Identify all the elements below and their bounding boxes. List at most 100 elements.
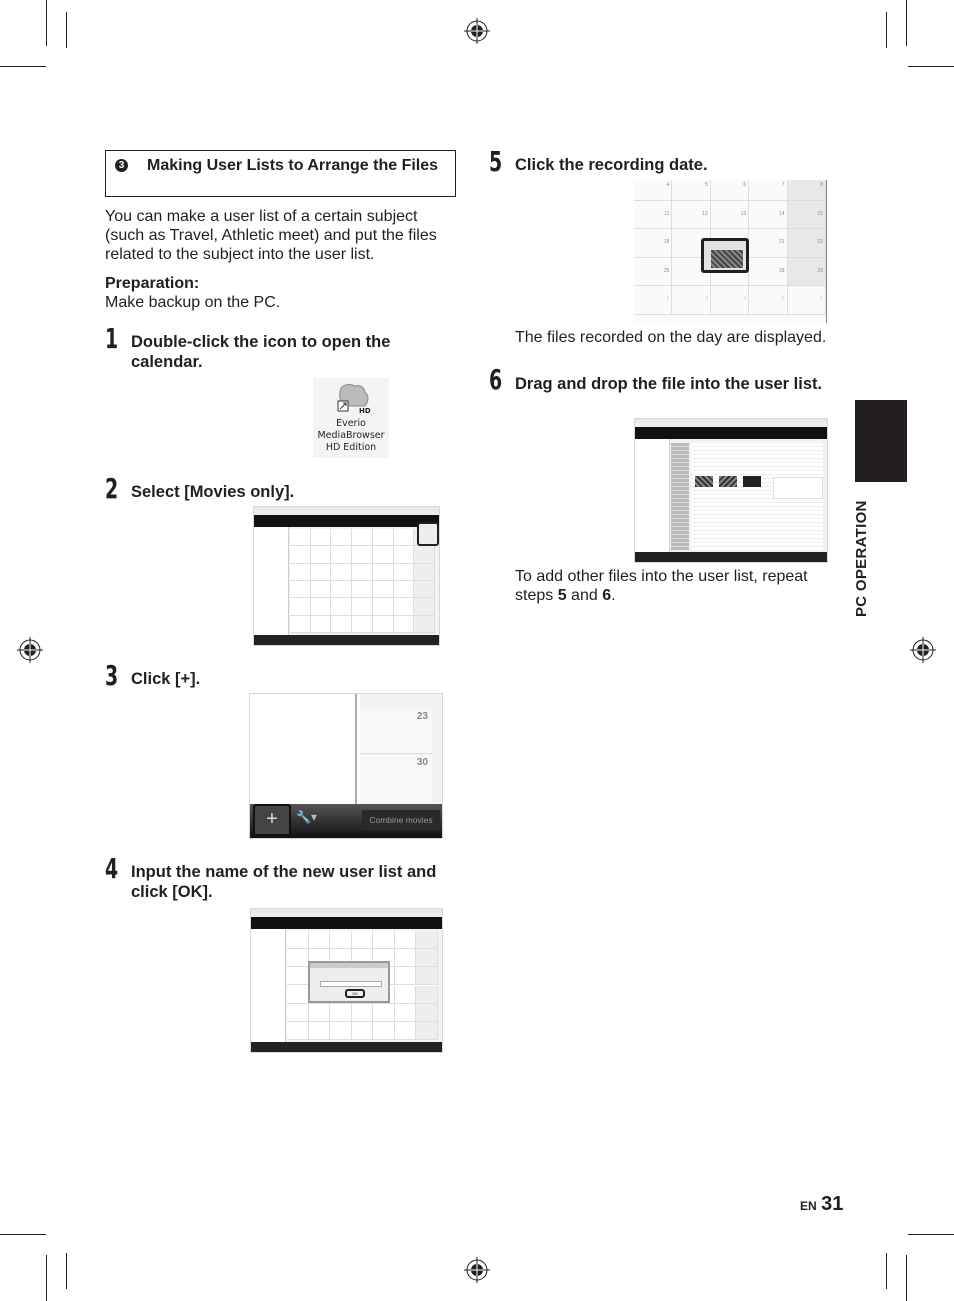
calendar-date-cell[interactable]: 3 <box>672 286 711 315</box>
calendar-cell[interactable] <box>310 598 332 616</box>
calendar-date-cell[interactable]: 6 <box>710 180 750 201</box>
calendar-cell[interactable] <box>287 931 309 950</box>
calendar-cell[interactable] <box>351 1003 374 1022</box>
calendar-cell[interactable] <box>310 546 332 564</box>
calendar-date-cell[interactable]: 14 <box>749 200 788 230</box>
calendar-cell[interactable] <box>351 1021 374 1040</box>
calendar-cell[interactable] <box>393 581 415 599</box>
calendar-cell[interactable] <box>287 967 309 986</box>
calendar-cell[interactable] <box>330 1003 352 1022</box>
calendar-date-cell[interactable]: 11 <box>634 200 673 230</box>
calendar-date-cell[interactable]: 6 <box>787 286 826 315</box>
calendar-cell[interactable] <box>372 598 394 616</box>
calendar-cell[interactable] <box>290 563 311 581</box>
calendar-cell[interactable] <box>394 949 417 968</box>
calendar-date-cell[interactable]: 21 <box>749 229 788 258</box>
calendar-cell[interactable] <box>310 581 332 599</box>
video-thumbnail[interactable] <box>695 476 713 487</box>
calendar-cell[interactable] <box>290 529 311 547</box>
video-thumbnail[interactable] <box>743 476 761 487</box>
calendar-cell[interactable] <box>287 1021 309 1040</box>
calendar-cell[interactable] <box>373 931 395 950</box>
calendar-cell[interactable] <box>414 615 435 633</box>
calendar-cell[interactable] <box>331 598 353 616</box>
calendar-date-cell[interactable]: 18 <box>634 229 673 258</box>
calendar-cell[interactable] <box>394 985 417 1004</box>
recording-date-cell-20[interactable] <box>701 238 749 273</box>
calendar-cell[interactable] <box>287 1003 309 1022</box>
calendar-cell[interactable] <box>330 1021 352 1040</box>
calendar-cell[interactable] <box>310 563 332 581</box>
calendar-cell[interactable] <box>393 546 415 564</box>
calendar-cell[interactable] <box>414 598 435 616</box>
calendar-cell[interactable] <box>351 931 374 950</box>
calendar-date-cell[interactable]: 2 <box>634 286 673 315</box>
calendar-cell[interactable] <box>372 581 394 599</box>
calendar-cell[interactable] <box>308 931 331 950</box>
calendar-cell[interactable] <box>290 546 311 564</box>
calendar-cell[interactable] <box>372 615 394 633</box>
calendar-cell[interactable] <box>331 615 353 633</box>
calendar-date-cell[interactable]: 25 <box>634 257 673 287</box>
calendar-date-cell[interactable]: 29 <box>787 257 826 287</box>
calendar-cell[interactable] <box>373 1003 395 1022</box>
calendar-date-cell[interactable]: 15 <box>787 200 826 230</box>
movies-only-dropdown-highlight[interactable] <box>417 522 439 546</box>
calendar-cell[interactable] <box>393 598 415 616</box>
calendar-cell[interactable] <box>290 581 311 599</box>
combine-movies-button[interactable]: Combine movies <box>362 810 440 830</box>
calendar-date-cell[interactable]: 7 <box>749 180 788 201</box>
calendar-cell[interactable] <box>330 931 352 950</box>
calendar-cell[interactable] <box>331 563 353 581</box>
calendar-date-cell[interactable]: 28 <box>749 257 788 287</box>
calendar-cell[interactable] <box>416 949 438 968</box>
calendar-cell[interactable] <box>414 581 435 599</box>
tools-wrench-icon[interactable]: 🔧▾ <box>296 810 317 824</box>
calendar-cell[interactable] <box>416 967 438 986</box>
calendar-date-cell[interactable]: 8 <box>787 180 826 201</box>
calendar-cell[interactable] <box>394 931 417 950</box>
calendar-cell[interactable] <box>352 581 373 599</box>
calendar-cell[interactable] <box>393 563 415 581</box>
calendar-cell[interactable] <box>331 529 353 547</box>
calendar-cell[interactable] <box>352 598 373 616</box>
calendar-cell[interactable] <box>372 529 394 547</box>
calendar-cell[interactable] <box>352 563 373 581</box>
calendar-cell[interactable] <box>416 985 438 1004</box>
dialog-ok-button[interactable]: OK <box>345 989 365 998</box>
calendar-cell[interactable] <box>290 598 311 616</box>
calendar-cell[interactable] <box>394 967 417 986</box>
calendar-cell[interactable] <box>416 1003 438 1022</box>
calendar-cell[interactable] <box>393 615 415 633</box>
calendar-date-cell[interactable]: 5 <box>749 286 788 315</box>
calendar-cell[interactable] <box>393 529 415 547</box>
everio-mediabrowser-shortcut[interactable]: HD Everio MediaBrowser HD Edition <box>313 378 389 458</box>
calendar-cell[interactable] <box>352 529 373 547</box>
video-thumbnail[interactable] <box>719 476 737 487</box>
calendar-cell[interactable] <box>331 581 353 599</box>
calendar-cell[interactable] <box>352 546 373 564</box>
calendar-date-cell[interactable]: 4 <box>710 286 750 315</box>
calendar-date-cell[interactable]: 5 <box>672 180 711 201</box>
calendar-cell[interactable] <box>308 1021 331 1040</box>
calendar-cell[interactable] <box>352 615 373 633</box>
calendar-cell[interactable] <box>310 529 332 547</box>
calendar-cell[interactable] <box>287 949 309 968</box>
calendar-cell[interactable] <box>373 1021 395 1040</box>
calendar-cell[interactable] <box>416 931 438 950</box>
calendar-cell[interactable] <box>394 1003 417 1022</box>
calendar-date-cell[interactable]: 22 <box>787 229 826 258</box>
calendar-date-cell[interactable]: 4 <box>634 180 673 201</box>
calendar-cell[interactable] <box>414 546 435 564</box>
add-user-list-button[interactable]: + <box>253 804 291 836</box>
calendar-cell[interactable] <box>416 1021 438 1040</box>
calendar-cell[interactable] <box>290 615 311 633</box>
calendar-date-cell[interactable]: 12 <box>672 200 711 230</box>
calendar-cell[interactable] <box>308 1003 331 1022</box>
calendar-cell[interactable] <box>372 563 394 581</box>
calendar-cell[interactable] <box>414 563 435 581</box>
calendar-cell[interactable] <box>394 1021 417 1040</box>
calendar-cell[interactable] <box>310 615 332 633</box>
calendar-date-cell[interactable]: 13 <box>710 200 750 230</box>
calendar-cell[interactable] <box>331 546 353 564</box>
